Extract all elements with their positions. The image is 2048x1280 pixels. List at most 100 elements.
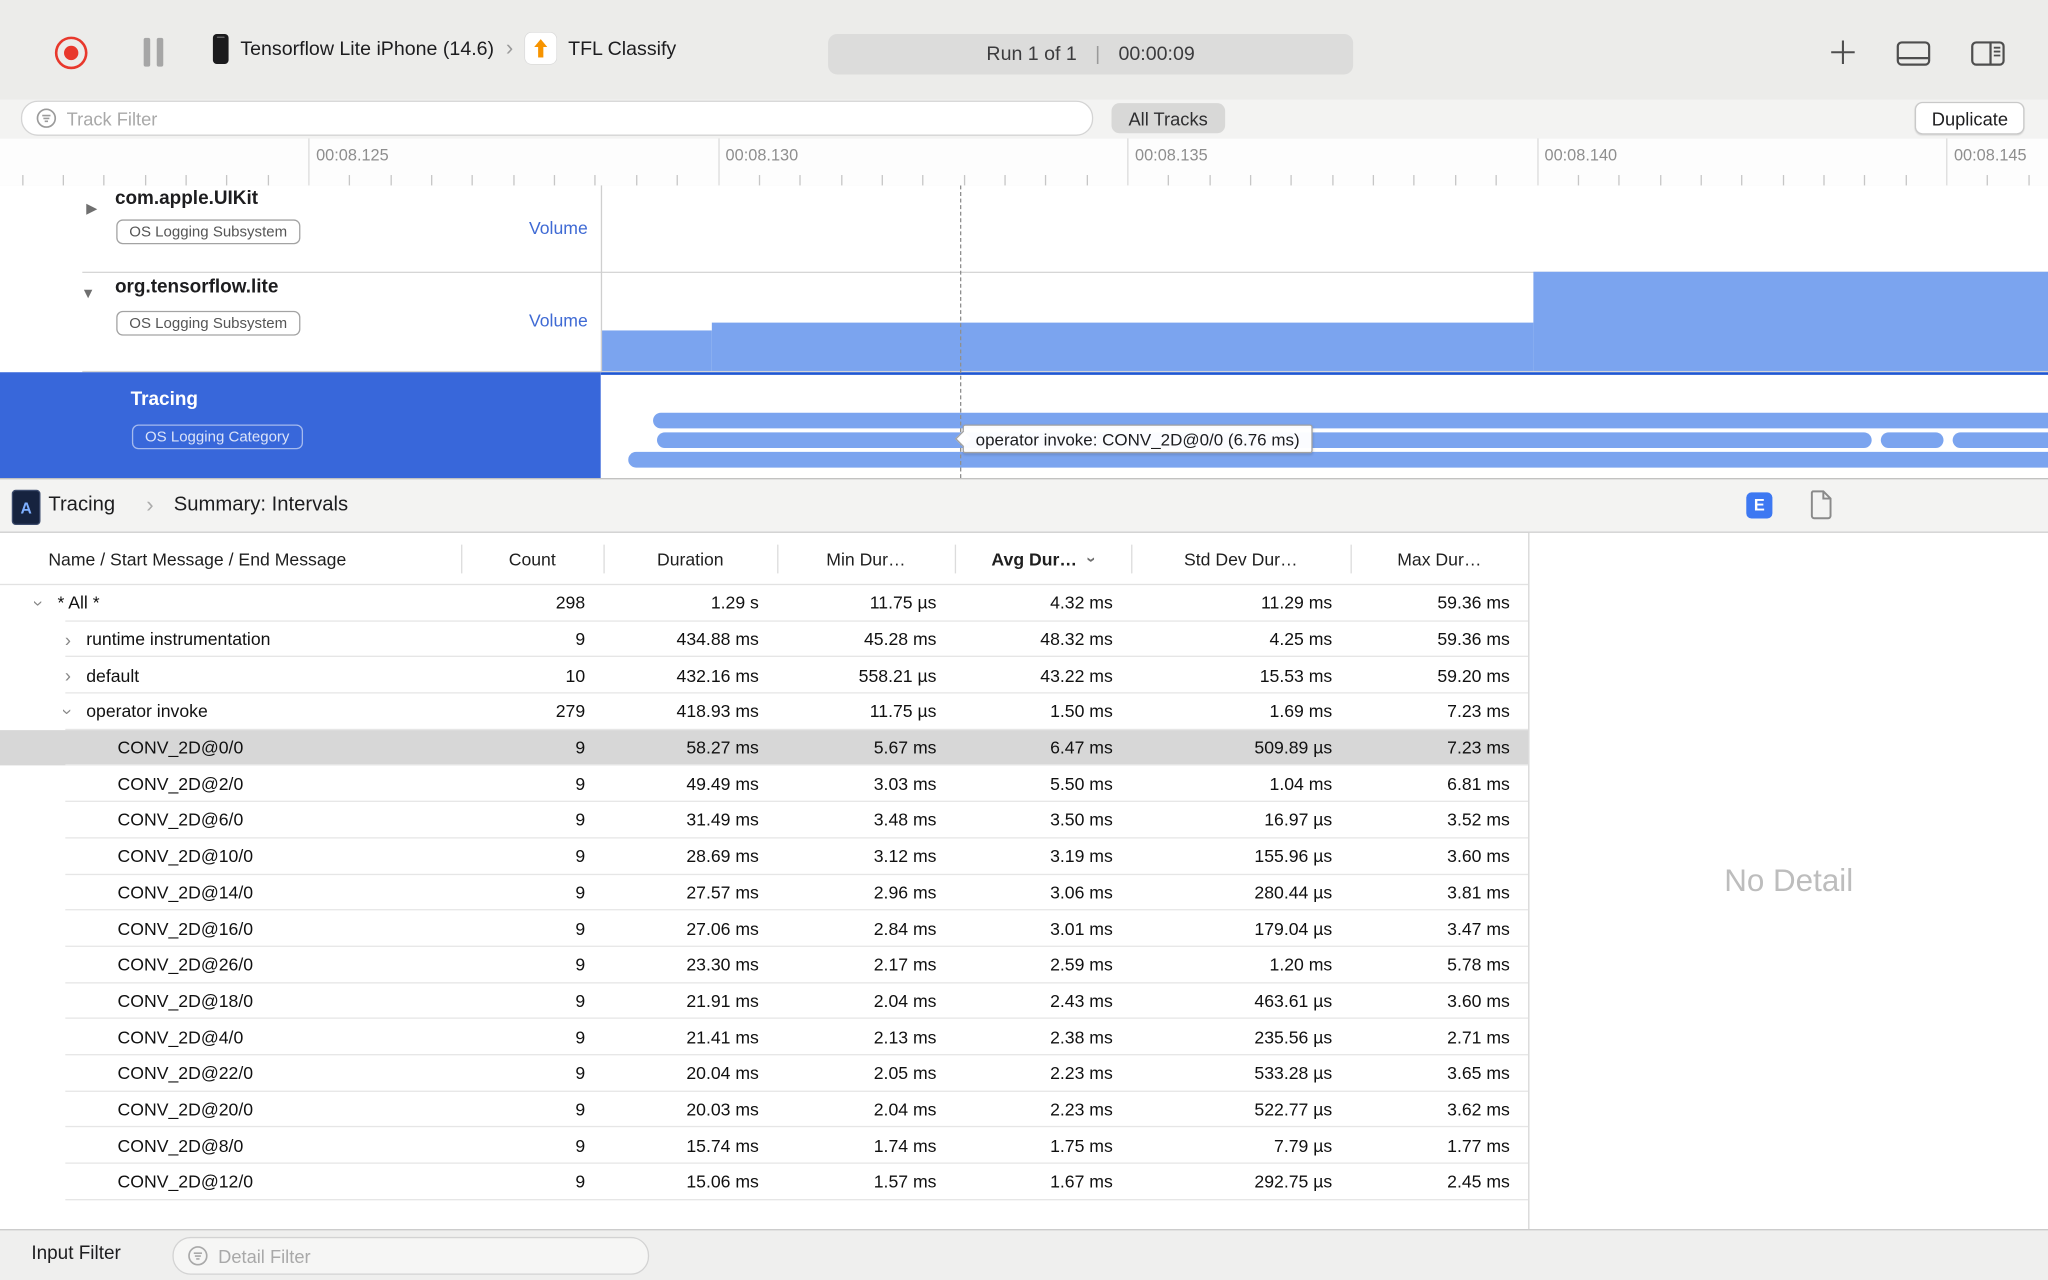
table-row[interactable]: › * All * 298 1.29 s 11.75 µs 4.32 ms 11.29 ms… [0,585,1529,622]
min-cell: 2.17 ms [873,955,937,975]
extended-detail-badge[interactable]: E [1746,492,1773,519]
interval-bar[interactable] [1952,432,2048,448]
row-name: CONV_2D@16/0 [117,918,254,939]
column-header[interactable]: Max Dur… [1351,533,1529,585]
breadcrumb-item[interactable]: Summary: Intervals [174,494,348,518]
track-filter-input[interactable]: Track Filter [20,100,1094,136]
disclosure-collapsed-icon[interactable]: ▶ [86,200,97,217]
table-row[interactable]: CONV_2D@16/0 9 27.06 ms 2.84 ms 3.01 ms 179.0… [0,911,1529,947]
ruler-tick [1413,175,1416,186]
table-row[interactable]: CONV_2D@22/0 9 20.04 ms 2.05 ms 2.23 ms 533.2… [0,1055,1529,1092]
disclosure-expanded-icon[interactable]: › [29,593,50,614]
name-cell: CONV_2D@14/0 [0,883,461,903]
name-cell: › default [0,665,461,686]
column-header[interactable]: Avg Dur… › [955,533,1131,585]
column-header[interactable]: Min Dur… [777,533,955,585]
disclosure-expanded-icon[interactable]: ▼ [81,286,95,302]
detail-area: Name / Start Message / End Message Count D… [0,532,2048,1230]
ruler-tick [1987,175,1989,186]
count-cell: 9 [575,629,586,650]
ruler-time-label: 00:08.135 [1135,146,1208,165]
avg-cell: 3.50 ms [1050,810,1113,830]
tracing-interval-lanes[interactable]: operator invoke: CONV_2D@0/0 (6.76 ms) [600,372,2048,479]
min-cell: 45.28 ms [863,629,937,650]
volume-area-chart[interactable] [600,271,2048,373]
table-row[interactable]: CONV_2D@14/0 9 27.57 ms 2.96 ms 3.06 ms 280.4… [0,874,1529,911]
table-row[interactable]: › operator invoke 279 418.93 ms 11.75 µs 1.50… [0,694,1529,730]
count-cell: 9 [575,991,586,1011]
min-cell: 2.04 ms [873,1099,937,1120]
ruler-tick [1454,175,1457,186]
interval-bar[interactable] [628,451,2048,468]
duration-cell: 15.74 ms [686,1135,759,1156]
ruler-tick [1782,175,1784,186]
pause-button[interactable] [143,37,164,67]
column-header[interactable]: Count [461,533,603,585]
track-type-label: Volume [528,310,588,331]
duplicate-button[interactable]: Duplicate [1914,101,2025,135]
table-row[interactable]: CONV_2D@0/0 9 58.27 ms 5.67 ms 6.47 ms 509.89… [0,729,1529,766]
duration-cell: 49.49 ms [686,774,759,794]
track-filter-placeholder: Track Filter [66,107,158,129]
avg-cell: 6.47 ms [1050,738,1113,758]
count-cell: 9 [575,774,586,794]
ruler-tick [1741,175,1743,186]
interval-bar[interactable] [1880,432,1944,448]
max-cell: 2.45 ms [1447,1172,1510,1192]
table-row[interactable]: › runtime instrumentation 9 434.88 ms 45.28 … [0,621,1529,658]
max-cell: 3.52 ms [1447,810,1510,830]
std-cell: 11.29 ms [1261,593,1333,614]
ruler-tick [1864,175,1866,186]
avg-cell: 4.32 ms [1050,593,1113,614]
all-tracks-button[interactable]: All Tracks [1111,103,1225,134]
column-header[interactable]: Name / Start Message / End Message [0,533,461,585]
toggle-right-pane-button[interactable] [1971,40,2005,73]
ruler-tick [1659,175,1661,186]
ruler-tick [963,175,965,186]
document-icon[interactable] [1809,490,1833,527]
toggle-bottom-pane-button[interactable] [1896,40,1931,73]
name-cell: CONV_2D@0/0 [0,738,461,758]
std-cell: 4.25 ms [1269,629,1333,650]
name-cell: CONV_2D@20/0 [0,1100,461,1120]
track-type-label: Volume [528,218,588,238]
avg-cell: 1.67 ms [1050,1172,1113,1192]
detail-filter-input[interactable]: Detail Filter [172,1236,650,1275]
disclosure-collapsed-icon[interactable]: › [57,629,78,650]
ruler-tick [1495,175,1497,186]
max-cell: 59.20 ms [1437,665,1510,686]
count-cell: 9 [575,1135,586,1156]
record-button[interactable] [54,36,88,70]
table-row[interactable]: CONV_2D@4/0 9 21.41 ms 2.13 ms 2.38 ms 235.56… [0,1019,1529,1056]
table-row[interactable]: CONV_2D@26/0 9 23.30 ms 2.17 ms 2.59 ms 1.20 … [0,947,1529,983]
std-cell: 509.89 µs [1254,738,1333,758]
table-row[interactable]: › default 10 432.16 ms 558.21 µs 43.22 ms 15.5… [0,657,1529,694]
row-name: CONV_2D@26/0 [117,955,254,975]
device-target-selector[interactable]: Tensorflow Lite iPhone (14.6) › TFL Clas… [212,32,676,64]
std-cell: 1.20 ms [1269,955,1333,975]
track-row-tracing[interactable]: Tracing OS Logging Category 4 Graphs [0,372,601,479]
disclosure-expanded-icon[interactable]: › [57,701,78,722]
interval-bar[interactable] [653,412,2048,429]
table-row[interactable]: CONV_2D@10/0 9 28.69 ms 3.12 ms 3.19 ms 155.9… [0,838,1529,875]
disclosure-collapsed-icon[interactable]: › [57,665,78,686]
add-instrument-button[interactable] [1829,38,1858,73]
ruler-tick [1823,175,1825,186]
max-cell: 7.23 ms [1447,738,1510,758]
table-row[interactable]: CONV_2D@20/0 9 20.03 ms 2.04 ms 2.23 ms 522.7… [0,1091,1529,1128]
duration-cell: 27.57 ms [686,882,759,903]
name-cell: › operator invoke [0,701,461,722]
max-cell: 3.65 ms [1447,1063,1510,1084]
max-cell: 3.62 ms [1447,1099,1510,1120]
table-row[interactable]: CONV_2D@6/0 9 31.49 ms 3.48 ms 3.50 ms 16.97 … [0,802,1529,839]
table-row[interactable]: CONV_2D@18/0 9 21.91 ms 2.04 ms 2.43 ms 463.6… [0,983,1529,1020]
table-row[interactable]: CONV_2D@2/0 9 49.49 ms 3.03 ms 5.50 ms 1.04 m… [0,766,1529,803]
column-header[interactable]: Duration [603,533,777,585]
breadcrumb-item[interactable]: Tracing [48,494,115,518]
min-cell: 3.12 ms [873,846,937,867]
table-row[interactable]: CONV_2D@12/0 9 15.06 ms 1.57 ms 1.67 ms 292.7… [0,1164,1529,1200]
column-header[interactable]: Std Dev Dur… [1131,533,1350,585]
column-header-label: Count [508,549,556,569]
table-row[interactable]: CONV_2D@8/0 9 15.74 ms 1.74 ms 1.75 ms 7.79 µ… [0,1128,1529,1164]
timeline-ruler[interactable]: 00:08.125 00:08.130 00:08.135 00:08.140 00:0… [0,138,2048,187]
